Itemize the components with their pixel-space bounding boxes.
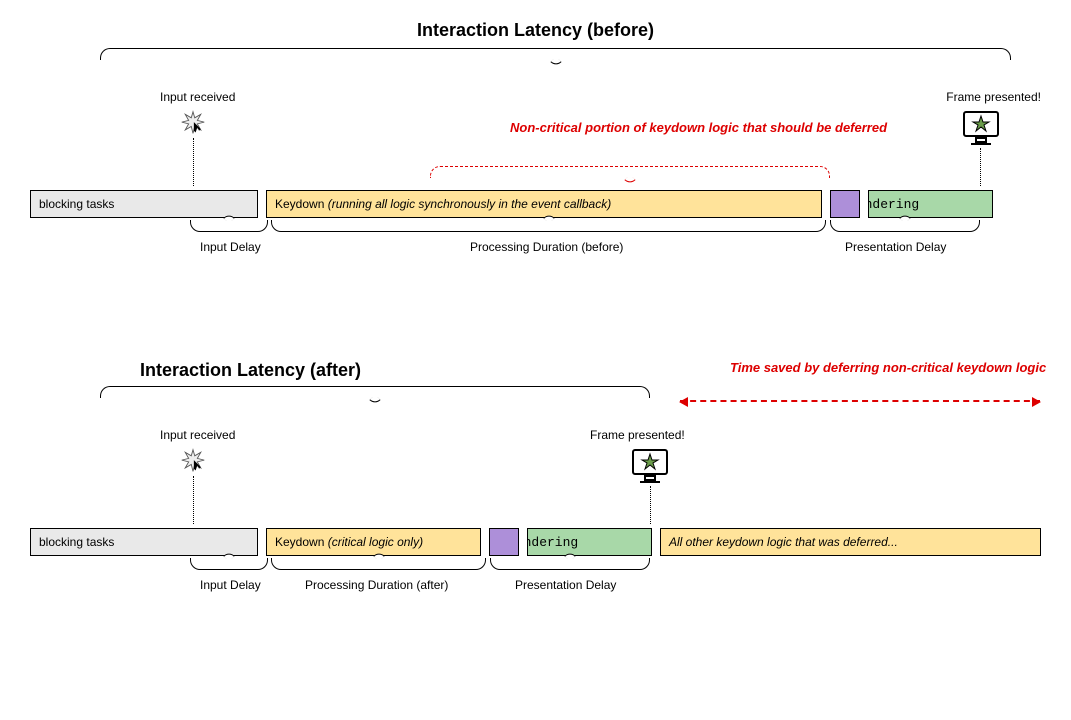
time-saved-arrow xyxy=(680,400,1040,402)
brace-input-delay-before xyxy=(190,220,268,232)
title-before: Interaction Latency (before) xyxy=(30,20,1041,41)
label-processing-after: Processing Duration (after) xyxy=(305,578,448,592)
blocking-tasks-block-after: blocking tasks xyxy=(30,528,258,556)
time-saved-label: Time saved by deferring non-critical key… xyxy=(730,360,990,377)
diagram-before: Interaction Latency (before) Input recei… xyxy=(30,20,1041,300)
brace-input-delay-after xyxy=(190,558,268,570)
frame-dotted-line-after xyxy=(650,486,651,524)
brace-presentation-after xyxy=(490,558,650,570)
purple-block-before xyxy=(830,190,860,218)
diagram-after: Interaction Latency (after) Time saved b… xyxy=(30,360,1041,640)
brace-presentation-before xyxy=(830,220,980,232)
brace-noncritical xyxy=(430,166,830,178)
noncritical-label: Non-critical portion of keydown logic th… xyxy=(510,120,830,137)
timeline-row-after: blocking tasks Keydown (critical logic o… xyxy=(30,528,1041,556)
frame-dotted-line-before xyxy=(980,148,981,186)
rendering-block-before: rendering xyxy=(868,190,993,218)
label-input-delay-after: Input Delay xyxy=(200,578,261,592)
label-input-delay-before: Input Delay xyxy=(200,240,261,254)
title-after: Interaction Latency (after) xyxy=(140,360,361,381)
frame-presented-label-after: Frame presented! xyxy=(590,428,685,442)
brace-top-after xyxy=(100,386,650,398)
brace-processing-before xyxy=(271,220,826,232)
blocking-tasks-block-before: blocking tasks xyxy=(30,190,258,218)
label-processing-before: Processing Duration (before) xyxy=(470,240,623,254)
timeline-row-before: blocking tasks Keydown (running all logi… xyxy=(30,190,1041,218)
monitor-star-icon xyxy=(961,110,1001,146)
input-dotted-line-after xyxy=(193,476,194,524)
cursor-burst-icon xyxy=(180,110,206,136)
deferred-block: All other keydown logic that was deferre… xyxy=(660,528,1041,556)
rendering-block-after: rendering xyxy=(527,528,652,556)
frame-presented-label-before: Frame presented! xyxy=(946,90,1041,104)
keydown-block-before: Keydown (running all logic synchronously… xyxy=(266,190,822,218)
input-dotted-line-before xyxy=(193,138,194,186)
keydown-block-after: Keydown (critical logic only) xyxy=(266,528,481,556)
input-received-label-after: Input received xyxy=(160,428,235,442)
cursor-burst-icon xyxy=(180,448,206,474)
brace-processing-after xyxy=(271,558,486,570)
purple-block-after xyxy=(489,528,519,556)
label-presentation-after: Presentation Delay xyxy=(515,578,616,592)
label-presentation-before: Presentation Delay xyxy=(845,240,946,254)
brace-top-before xyxy=(100,48,1011,60)
title-before-text: Interaction Latency (before) xyxy=(417,20,654,40)
monitor-star-icon xyxy=(630,448,670,484)
input-received-label-before: Input received xyxy=(160,90,235,104)
